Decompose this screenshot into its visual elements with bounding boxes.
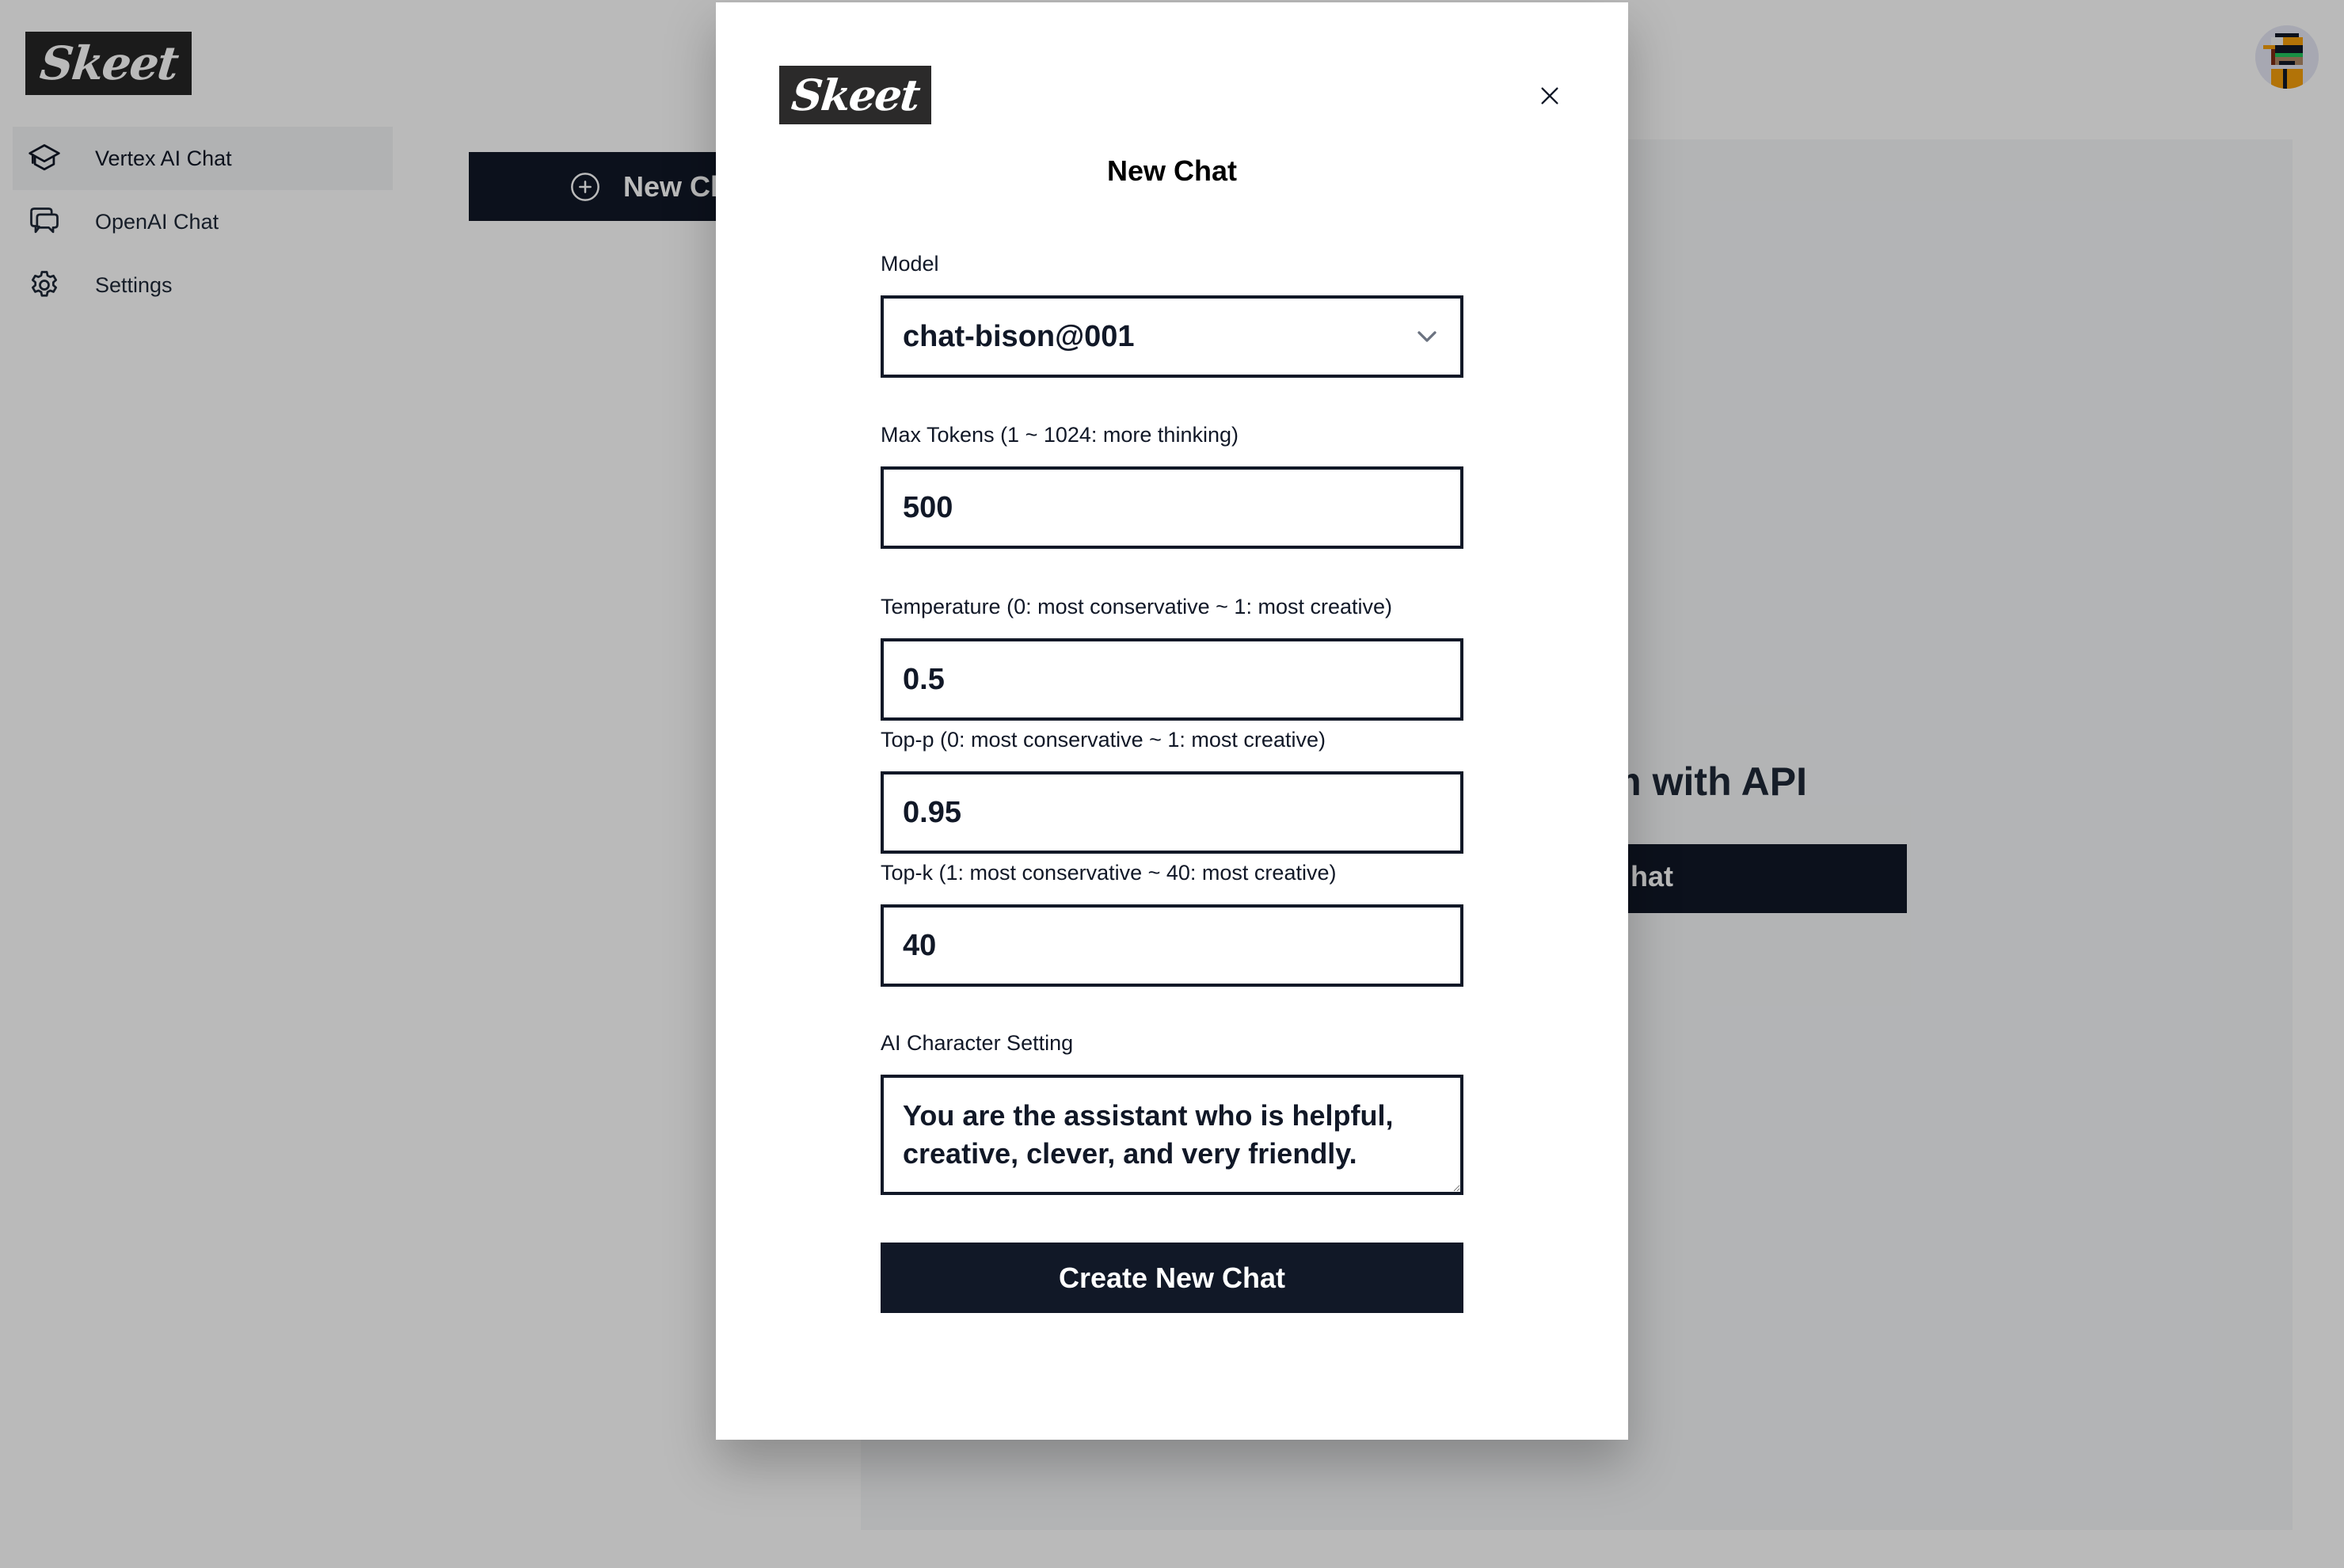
ai-character-textarea[interactable]: You are the assistant who is helpful, cr… [881, 1075, 1463, 1195]
max-tokens-label: Max Tokens (1 ~ 1024: more thinking) [881, 423, 1239, 447]
top-p-input[interactable] [881, 771, 1463, 854]
temperature-input[interactable] [881, 638, 1463, 721]
modal-logo: Skeet [779, 66, 931, 124]
max-tokens-input[interactable] [881, 466, 1463, 549]
top-k-input[interactable] [881, 904, 1463, 987]
new-chat-modal: Skeet New Chat Model chat-bison@001 Max … [716, 2, 1628, 1440]
model-label: Model [881, 252, 939, 276]
model-select[interactable]: chat-bison@001 [881, 295, 1463, 378]
top-p-label: Top-p (0: most conservative ~ 1: most cr… [881, 728, 1326, 752]
temperature-label: Temperature (0: most conservative ~ 1: m… [881, 595, 1392, 618]
top-k-label: Top-k (1: most conservative ~ 40: most c… [881, 861, 1337, 885]
close-button[interactable] [1536, 82, 1563, 109]
model-select-value: chat-bison@001 [903, 319, 1135, 353]
chevron-down-icon [1417, 331, 1436, 342]
close-icon [1541, 87, 1558, 105]
modal-logo-text: Skeet [789, 70, 922, 120]
ai-character-label: AI Character Setting [881, 1031, 1074, 1055]
modal-title: New Chat [1106, 154, 1238, 187]
create-new-chat-button[interactable]: Create New Chat [881, 1243, 1463, 1313]
